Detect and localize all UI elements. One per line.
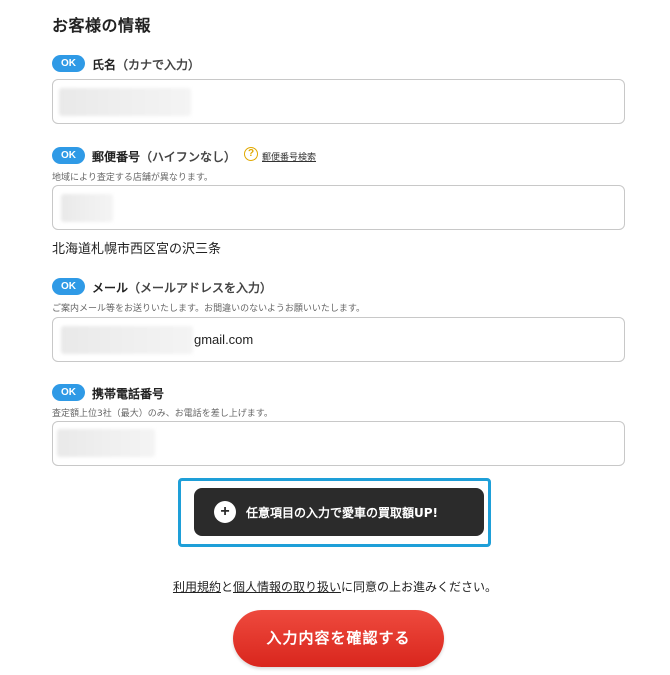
postal-note: 地域により査定する店舗が異なります。 [52, 173, 213, 183]
confirm-button[interactable]: 入力内容を確認する [233, 610, 444, 667]
terms-link[interactable]: 利用規約 [173, 580, 221, 594]
name-label-text: 氏名 [92, 58, 117, 72]
postal-ok-badge: OK [52, 147, 85, 164]
optional-items-button[interactable]: + 任意項目の入力で愛車の買取額UP! [194, 488, 484, 536]
redacted-value [61, 194, 113, 222]
redacted-value [59, 88, 191, 116]
redacted-value [61, 326, 193, 354]
email-ok-badge: OK [52, 278, 85, 295]
email-label: メール（メールアドレスを入力） [92, 279, 272, 296]
name-field[interactable] [52, 79, 625, 124]
phone-label: 携帯電話番号 [92, 387, 165, 401]
postal-label-hint: （ハイフンなし） [140, 150, 237, 164]
phone-note: 査定額上位3社（最大）のみ、お電話を差し上げます。 [52, 409, 273, 419]
optional-items-label: 任意項目の入力で愛車の買取額UP! [246, 505, 439, 520]
phone-ok-badge: OK [52, 384, 85, 401]
name-label: 氏名（カナで入力） [92, 56, 200, 73]
privacy-link[interactable]: 個人情報の取り扱い [233, 580, 341, 594]
section-title: お客様の情報 [52, 16, 152, 35]
postal-label-text: 郵便番号 [92, 150, 141, 164]
name-ok-badge: OK [52, 55, 85, 72]
postal-label: 郵便番号（ハイフンなし） [92, 148, 236, 165]
postal-lookup-link[interactable]: 郵便番号検索 [262, 150, 316, 163]
address-result: 北海道札幌市西区宮の沢三条 [52, 242, 222, 257]
name-label-hint: （カナで入力） [116, 58, 201, 72]
consent-rest: に同意の上お進みください。 [341, 580, 498, 594]
email-note: ご案内メール等をお送りいたします。お間違いのないようお願いいたします。 [52, 304, 366, 314]
postal-field[interactable] [52, 185, 625, 230]
email-field[interactable]: gmail.com [52, 317, 625, 362]
email-label-hint: （メールアドレスを入力） [128, 281, 273, 295]
email-visible-value: gmail.com [194, 332, 254, 347]
redacted-value [57, 429, 155, 457]
help-icon[interactable]: ? [244, 147, 258, 161]
consent-and: と [220, 580, 233, 594]
plus-circle-icon: + [214, 501, 236, 523]
email-label-text: メール [92, 281, 129, 295]
phone-field[interactable] [52, 421, 625, 466]
consent-text: 利用規約と個人情報の取り扱いに同意の上お進みください。 [0, 578, 670, 595]
